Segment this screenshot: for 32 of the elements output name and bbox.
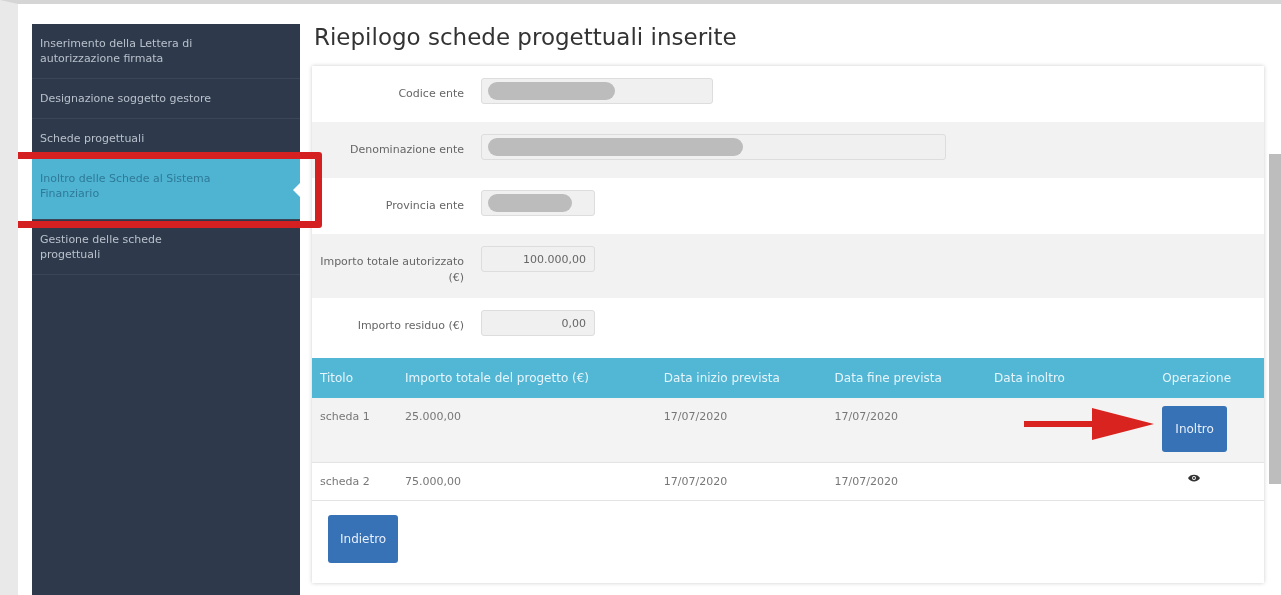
- field-label: Codice ente: [397, 86, 465, 102]
- table-cell: 17/07/2020: [655, 398, 827, 463]
- column-header: Data inoltro: [986, 358, 1155, 398]
- column-header: Data fine prevista: [826, 358, 987, 398]
- eye-icon[interactable]: [1188, 473, 1201, 483]
- scrollbar[interactable]: [1269, 154, 1281, 484]
- table-cell: 17/07/2020: [826, 398, 987, 463]
- input-field[interactable]: [481, 78, 713, 104]
- sidebar-item[interactable]: Inserimento della Lettera di autorizzazione firmata: [32, 24, 300, 79]
- table-cell: 75.000,00: [397, 462, 656, 501]
- input-field[interactable]: 100.000,00: [481, 246, 595, 272]
- sidebar-item[interactable]: Gestione delle schede progettuali: [32, 220, 300, 275]
- column-header: Titolo: [312, 358, 398, 398]
- column-header: Importo totale del progetto (€): [397, 358, 656, 398]
- table-cell: 17/07/2020: [655, 462, 827, 501]
- field-label: Importo residuo (€): [356, 318, 465, 334]
- table-cell: 17/07/2020: [826, 462, 987, 501]
- input-field[interactable]: [481, 190, 595, 216]
- column-header: Operazione: [1154, 358, 1264, 398]
- column-header: Data inizio prevista: [655, 358, 827, 398]
- table-cell: scheda 2: [312, 462, 398, 501]
- field-label: Denominazione ente: [348, 142, 465, 158]
- input-field[interactable]: [481, 134, 946, 160]
- back-button[interactable]: Indietro: [328, 515, 399, 563]
- page-title: Riepilogo schede progettuali inserite: [314, 24, 738, 50]
- table-cell: scheda 1: [312, 398, 398, 463]
- sidebar-item[interactable]: Designazione soggetto gestore: [32, 79, 300, 119]
- input-field[interactable]: 0,00: [481, 310, 595, 336]
- field-label: Provincia ente: [384, 198, 465, 214]
- table-cell: 25.000,00: [397, 398, 656, 463]
- forward-button[interactable]: Inoltro: [1162, 406, 1227, 452]
- field-label: Importo totale autorizzato (€): [319, 254, 465, 286]
